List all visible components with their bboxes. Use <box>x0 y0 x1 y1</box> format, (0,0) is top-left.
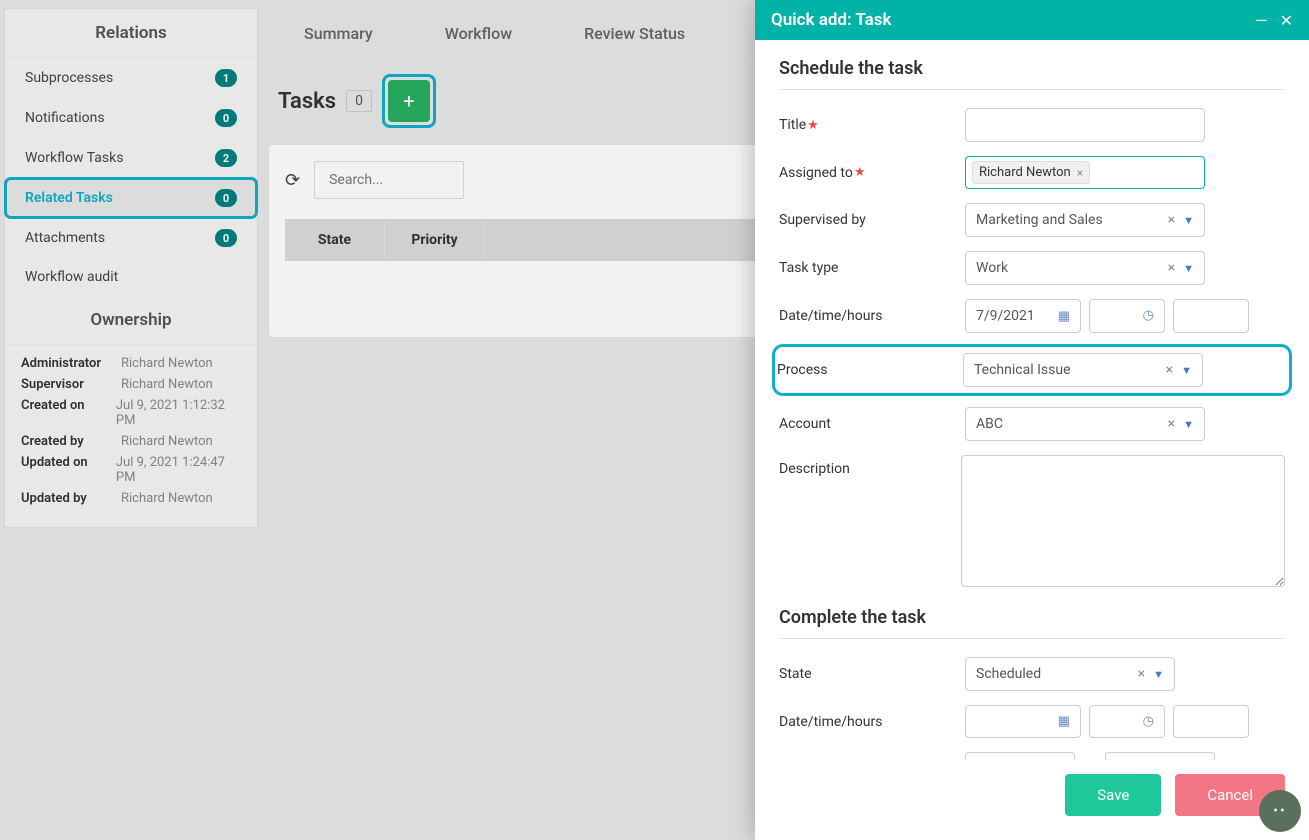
chevron-down-icon: ▼ <box>1153 668 1164 681</box>
label-task-type: Task type <box>779 260 965 276</box>
label-complete-date-time-hours: Date/time/hours <box>779 714 965 730</box>
chevron-down-icon: ▼ <box>1183 262 1194 275</box>
clear-icon[interactable]: × <box>1138 666 1145 682</box>
tasks-count: 0 <box>346 90 372 112</box>
count-badge: 0 <box>215 109 237 127</box>
clear-icon[interactable]: × <box>1168 416 1175 432</box>
chevron-down-icon: ▼ <box>1183 418 1194 431</box>
schedule-date-input[interactable]: 7/9/2021▦ <box>965 299 1081 333</box>
label-date-time-hours: Date/time/hours <box>779 308 965 324</box>
process-select[interactable]: Technical Issue ×▼ <box>963 353 1203 387</box>
quick-add-footer: Save Cancel <box>755 760 1309 840</box>
label-account: Account <box>779 416 965 432</box>
schedule-time-input[interactable]: ◷ <box>1089 299 1165 333</box>
quick-add-body: Schedule the task Title★ Assigned to★ Ri… <box>755 40 1309 760</box>
ownership-row: Created onJul 9, 2021 1:12:32 PM <box>21 395 241 431</box>
account-select[interactable]: ABC ×▼ <box>965 407 1205 441</box>
sidebar-item-label: Workflow audit <box>25 269 118 285</box>
sidebar-item-label: Subprocesses <box>25 70 113 86</box>
label-description: Description <box>779 455 961 477</box>
sidebar-item-label: Notifications <box>25 110 105 126</box>
ownership-row: SupervisorRichard Newton <box>21 374 241 395</box>
count-badge: 0 <box>215 189 237 207</box>
section-schedule: Schedule the task <box>779 58 1285 79</box>
title-input[interactable] <box>965 108 1205 142</box>
count-badge: 0 <box>215 229 237 247</box>
relations-header: Relations <box>5 9 257 58</box>
ownership-row: Updated byRichard Newton <box>21 488 241 509</box>
assigned-to-field[interactable]: Richard Newton× <box>965 156 1205 189</box>
column-state[interactable]: State <box>285 220 385 260</box>
ownership-row: AdministratorRichard Newton <box>21 353 241 374</box>
tasks-heading: Tasks <box>278 89 336 114</box>
ownership-table: AdministratorRichard Newton SupervisorRi… <box>5 345 257 527</box>
save-button[interactable]: Save <box>1065 774 1161 816</box>
quick-add-header: Quick add: Task — ✕ <box>755 0 1309 40</box>
search-input[interactable] <box>314 161 464 199</box>
required-star-icon: ★ <box>807 118 819 133</box>
close-icon[interactable]: ✕ <box>1280 11 1293 30</box>
sidebar-item-workflow-audit[interactable]: Workflow audit <box>5 258 257 296</box>
label-supervised-by: Supervised by <box>779 212 965 228</box>
sidebar-item-label: Attachments <box>25 230 105 246</box>
amount-input[interactable] <box>1105 752 1215 760</box>
label-assigned-to: Assigned to★ <box>779 165 965 181</box>
complete-time-input[interactable]: ◷ <box>1089 705 1165 738</box>
schedule-hours-input[interactable] <box>1173 299 1249 333</box>
ownership-row: Updated onJul 9, 2021 1:24:47 PM <box>21 452 241 488</box>
sidebar-item-related-tasks[interactable]: Related Tasks 0 <box>5 178 257 218</box>
tab-workflow[interactable]: Workflow <box>409 8 548 59</box>
chat-widget-icon[interactable] <box>1259 790 1301 832</box>
clock-icon: ◷ <box>1143 308 1154 324</box>
sidebar-item-notifications[interactable]: Notifications 0 <box>5 98 257 138</box>
clear-icon[interactable]: × <box>1166 362 1173 378</box>
complete-date-input[interactable]: ▦ <box>965 705 1081 738</box>
label-state: State <box>779 666 965 682</box>
sidebar-item-workflow-tasks[interactable]: Workflow Tasks 2 <box>5 138 257 178</box>
supervised-by-select[interactable]: Marketing and Sales ×▼ <box>965 203 1205 237</box>
quick-add-title: Quick add: Task <box>771 10 892 30</box>
left-sidebar: Relations Subprocesses 1 Notifications 0… <box>4 8 258 528</box>
complete-hours-input[interactable] <box>1173 705 1249 738</box>
description-textarea[interactable] <box>961 455 1285 587</box>
clock-icon: ◷ <box>1143 714 1154 729</box>
clear-icon[interactable]: × <box>1168 212 1175 228</box>
ownership-header: Ownership <box>5 296 257 345</box>
chevron-down-icon: ▼ <box>1181 364 1192 377</box>
label-process: Process <box>777 362 963 378</box>
calendar-icon: ▦ <box>1058 309 1070 324</box>
refresh-icon[interactable]: ⟳ <box>285 170 300 191</box>
state-select[interactable]: Scheduled ×▼ <box>965 657 1175 691</box>
sidebar-item-subprocesses[interactable]: Subprocesses 1 <box>5 58 257 98</box>
minimize-icon[interactable]: — <box>1255 11 1268 30</box>
label-title: Title★ <box>779 117 965 133</box>
column-priority[interactable]: Priority <box>385 220 485 260</box>
calendar-icon: ▦ <box>1058 714 1070 729</box>
clear-icon[interactable]: × <box>1168 260 1175 276</box>
count-badge: 2 <box>215 149 237 167</box>
plus-icon: + <box>403 89 414 113</box>
add-task-highlight: + <box>382 74 436 128</box>
tab-review-status[interactable]: Review Status <box>548 8 721 59</box>
section-complete: Complete the task <box>779 607 1285 628</box>
remove-tag-icon[interactable]: × <box>1077 166 1083 180</box>
quick-add-panel: Quick add: Task — ✕ Schedule the task Ti… <box>755 0 1309 840</box>
task-type-select[interactable]: Work ×▼ <box>965 251 1205 285</box>
assigned-to-tag: Richard Newton× <box>972 161 1090 184</box>
sidebar-item-attachments[interactable]: Attachments 0 <box>5 218 257 258</box>
sidebar-item-label: Related Tasks <box>25 190 113 206</box>
tab-summary[interactable]: Summary <box>268 8 409 59</box>
count-badge: 1 <box>215 69 237 87</box>
required-star-icon: ★ <box>854 165 866 180</box>
add-task-button[interactable]: + <box>388 80 430 122</box>
quantity-input[interactable] <box>965 752 1075 760</box>
chevron-down-icon: ▼ <box>1183 214 1194 227</box>
sidebar-item-label: Workflow Tasks <box>25 150 123 166</box>
ownership-row: Created byRichard Newton <box>21 431 241 452</box>
